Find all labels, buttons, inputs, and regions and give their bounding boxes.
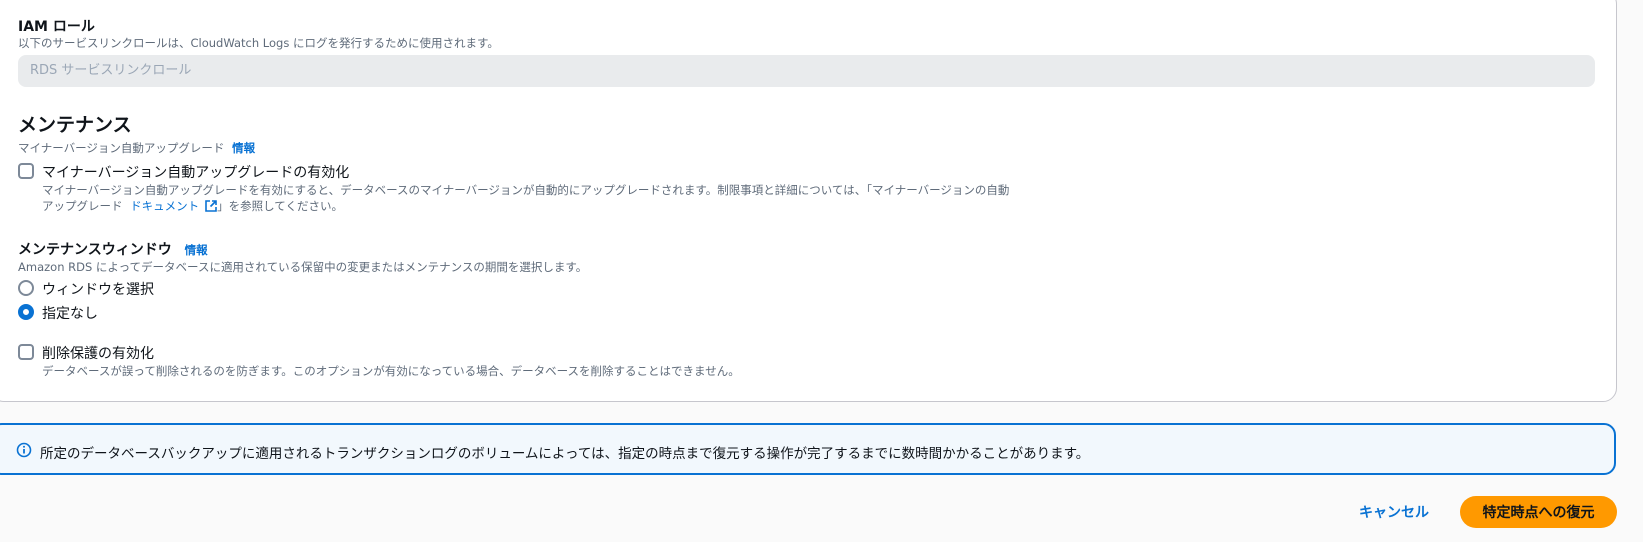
restore-point-in-time-button[interactable]: 特定時点への復元 <box>1460 496 1617 528</box>
maintenance-window-title: メンテナンスウィンドウ 情報 <box>18 239 208 259</box>
iam-role-input: RDS サービスリンクロール <box>18 55 1595 87</box>
external-link-icon <box>205 200 217 212</box>
iam-role-label: IAM ロール <box>18 19 95 35</box>
radio-choose-window[interactable] <box>18 280 34 296</box>
auto-upgrade-description-line2: アップグレード ドキュメント 」を参照してください。 <box>42 198 343 214</box>
info-icon <box>16 442 32 458</box>
info-alert: 所定のデータベースバックアップに適用されるトランザクションログのボリュームによっ… <box>0 423 1616 475</box>
auto-upgrade-checkbox-label[interactable]: マイナーバージョン自動アップグレードの有効化 <box>42 162 349 182</box>
deletion-protection-checkbox[interactable] <box>18 344 34 360</box>
radio-choose-window-label[interactable]: ウィンドウを選択 <box>42 279 154 299</box>
desc-line2-prefix: アップグレード <box>42 199 123 213</box>
desc-line2-suffix: 」を参照してください。 <box>217 199 343 213</box>
auto-upgrade-info-link[interactable]: 情報 <box>232 141 255 155</box>
auto-upgrade-description-line1: マイナーバージョン自動アップグレードを有効にすると、データベースのマイナーバージ… <box>42 183 1010 197</box>
info-alert-text: 所定のデータベースバックアップに適用されるトランザクションログのボリュームによっ… <box>40 446 1090 462</box>
cancel-button[interactable]: キャンセル <box>1359 502 1429 522</box>
maintenance-title: メンテナンス <box>18 114 132 136</box>
auto-upgrade-checkbox[interactable] <box>18 163 34 179</box>
radio-no-preference[interactable] <box>18 304 34 320</box>
documentation-link-text[interactable]: ドキュメント <box>130 199 199 213</box>
radio-no-preference-label[interactable]: 指定なし <box>42 303 98 323</box>
maintenance-window-info-link[interactable]: 情報 <box>185 243 208 257</box>
auto-upgrade-label: マイナーバージョン自動アップグレード 情報 <box>18 140 255 156</box>
auto-upgrade-label-text: マイナーバージョン自動アップグレード <box>18 141 225 155</box>
deletion-protection-description: データベースが誤って削除されるのを防ぎます。このオプションが有効になっている場合… <box>42 364 740 378</box>
deletion-protection-label[interactable]: 削除保護の有効化 <box>42 343 154 363</box>
iam-role-description: 以下のサービスリンクロールは、CloudWatch Logs にログを発行するた… <box>18 36 499 50</box>
maintenance-window-title-text: メンテナンスウィンドウ <box>18 242 172 258</box>
maintenance-window-description: Amazon RDS によってデータベースに適用されている保留中の変更またはメン… <box>18 260 588 274</box>
documentation-link[interactable]: ドキュメント <box>130 199 217 213</box>
